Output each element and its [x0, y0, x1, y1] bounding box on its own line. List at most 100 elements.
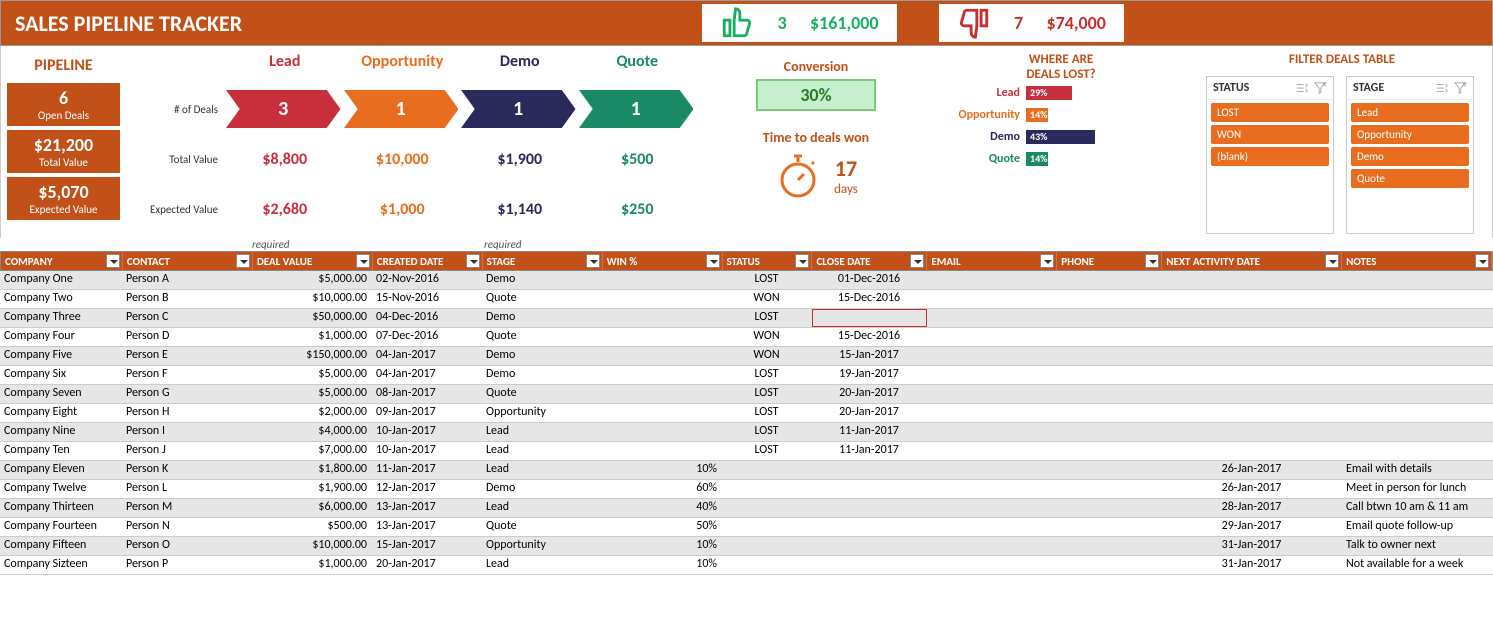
cell-company[interactable]: Company Six — [0, 366, 122, 384]
cell-created-date[interactable]: 02-Nov-2016 — [372, 271, 482, 289]
cell-notes[interactable]: Email with details — [1342, 461, 1492, 479]
cell-close-date[interactable] — [812, 518, 927, 536]
cell-created-date[interactable]: 04-Jan-2017 — [372, 347, 482, 365]
cell-close-date[interactable]: 20-Jan-2017 — [812, 385, 927, 403]
cell-contact[interactable]: Person B — [122, 290, 252, 308]
cell-company[interactable]: Company Three — [0, 309, 122, 327]
cell-win-pct[interactable]: 10% — [602, 461, 722, 479]
cell-close-date[interactable]: 20-Jan-2017 — [812, 404, 927, 422]
cell-status[interactable] — [722, 556, 812, 574]
cell-email[interactable] — [927, 423, 1057, 441]
cell-next-activity[interactable] — [1162, 442, 1342, 460]
cell-stage[interactable]: Opportunity — [482, 537, 602, 555]
cell-phone[interactable] — [1057, 328, 1162, 346]
cell-phone[interactable] — [1057, 499, 1162, 517]
cell-next-activity[interactable]: 26-Jan-2017 — [1162, 480, 1342, 498]
cell-phone[interactable] — [1057, 537, 1162, 555]
cell-stage[interactable]: Demo — [482, 347, 602, 365]
cell-deal-value[interactable]: $1,000.00 — [252, 328, 372, 346]
cell-created-date[interactable]: 09-Jan-2017 — [372, 404, 482, 422]
cell-created-date[interactable]: 20-Jan-2017 — [372, 556, 482, 574]
clear-filter-icon[interactable] — [1453, 81, 1467, 95]
cell-close-date[interactable]: 11-Jan-2017 — [812, 423, 927, 441]
filter-dropdown-icon[interactable] — [1475, 254, 1489, 268]
cell-stage[interactable]: Quote — [482, 518, 602, 536]
cell-deal-value[interactable]: $1,900.00 — [252, 480, 372, 498]
cell-contact[interactable]: Person K — [122, 461, 252, 479]
cell-company[interactable]: Company Seven — [0, 385, 122, 403]
cell-phone[interactable] — [1057, 480, 1162, 498]
cell-win-pct[interactable] — [602, 347, 722, 365]
cell-created-date[interactable]: 08-Jan-2017 — [372, 385, 482, 403]
cell-status[interactable] — [722, 537, 812, 555]
cell-win-pct[interactable] — [602, 309, 722, 327]
cell-phone[interactable] — [1057, 271, 1162, 289]
stage-item-lead[interactable]: Lead — [1351, 103, 1469, 122]
cell-contact[interactable]: Person J — [122, 442, 252, 460]
cell-win-pct[interactable]: 40% — [602, 499, 722, 517]
table-row[interactable]: Company Nine Person I $4,000.00 10-Jan-2… — [0, 423, 1493, 442]
cell-company[interactable]: Company Eight — [0, 404, 122, 422]
cell-deal-value[interactable]: $5,000.00 — [252, 271, 372, 289]
cell-company[interactable]: Company One — [0, 271, 122, 289]
cell-next-activity[interactable]: 26-Jan-2017 — [1162, 461, 1342, 479]
table-row[interactable]: Company Five Person E $150,000.00 04-Jan… — [0, 347, 1493, 366]
cell-win-pct[interactable] — [602, 328, 722, 346]
cell-close-date[interactable] — [812, 537, 927, 555]
cell-email[interactable] — [927, 480, 1057, 498]
cell-email[interactable] — [927, 556, 1057, 574]
cell-contact[interactable]: Person N — [122, 518, 252, 536]
cell-notes[interactable]: Call btwn 10 am & 11 am — [1342, 499, 1492, 517]
stage-slicer[interactable]: STAGE LeadOpportunityDemoQuote — [1346, 76, 1474, 234]
cell-company[interactable]: Company Twelve — [0, 480, 122, 498]
cell-status[interactable]: WON — [722, 290, 812, 308]
cell-contact[interactable]: Person E — [122, 347, 252, 365]
cell-deal-value[interactable]: $500.00 — [252, 518, 372, 536]
cell-created-date[interactable]: 13-Jan-2017 — [372, 499, 482, 517]
cell-company[interactable]: Company Nine — [0, 423, 122, 441]
cell-company[interactable]: Company Ten — [0, 442, 122, 460]
cell-contact[interactable]: Person A — [122, 271, 252, 289]
cell-stage[interactable]: Demo — [482, 271, 602, 289]
cell-notes[interactable] — [1342, 404, 1492, 422]
filter-dropdown-icon[interactable] — [795, 254, 809, 268]
cell-stage[interactable]: Quote — [482, 290, 602, 308]
table-row[interactable]: Company Seven Person G $5,000.00 08-Jan-… — [0, 385, 1493, 404]
cell-email[interactable] — [927, 290, 1057, 308]
cell-contact[interactable]: Person H — [122, 404, 252, 422]
cell-created-date[interactable]: 07-Dec-2016 — [372, 328, 482, 346]
cell-notes[interactable] — [1342, 366, 1492, 384]
cell-deal-value[interactable]: $1,800.00 — [252, 461, 372, 479]
filter-dropdown-icon[interactable] — [356, 254, 370, 268]
cell-company[interactable]: Company Fourteen — [0, 518, 122, 536]
cell-close-date[interactable] — [812, 556, 927, 574]
cell-contact[interactable]: Person G — [122, 385, 252, 403]
cell-status[interactable]: LOST — [722, 423, 812, 441]
cell-phone[interactable] — [1057, 556, 1162, 574]
cell-notes[interactable] — [1342, 385, 1492, 403]
cell-contact[interactable]: Person F — [122, 366, 252, 384]
cell-company[interactable]: Company Four — [0, 328, 122, 346]
cell-status[interactable]: LOST — [722, 442, 812, 460]
status-item-blank[interactable]: (blank) — [1211, 147, 1329, 166]
cell-notes[interactable]: Email quote follow-up — [1342, 518, 1492, 536]
cell-created-date[interactable]: 13-Jan-2017 — [372, 518, 482, 536]
cell-created-date[interactable]: 04-Jan-2017 — [372, 366, 482, 384]
cell-next-activity[interactable]: 28-Jan-2017 — [1162, 499, 1342, 517]
cell-company[interactable]: Company Fifteen — [0, 537, 122, 555]
col-header-status[interactable]: STATUS — [723, 252, 813, 270]
cell-contact[interactable]: Person L — [122, 480, 252, 498]
cell-created-date[interactable]: 10-Jan-2017 — [372, 423, 482, 441]
col-header-created-date[interactable]: CREATED DATE — [373, 252, 483, 270]
cell-email[interactable] — [927, 499, 1057, 517]
cell-created-date[interactable]: 15-Jan-2017 — [372, 537, 482, 555]
cell-created-date[interactable]: 15-Nov-2016 — [372, 290, 482, 308]
table-row[interactable]: Company Eleven Person K $1,800.00 11-Jan… — [0, 461, 1493, 480]
col-header-win-%[interactable]: WIN % — [603, 252, 723, 270]
status-item-lost[interactable]: LOST — [1211, 103, 1329, 122]
filter-dropdown-icon[interactable] — [466, 254, 480, 268]
multiselect-icon[interactable] — [1435, 81, 1449, 95]
cell-next-activity[interactable]: 29-Jan-2017 — [1162, 518, 1342, 536]
cell-notes[interactable]: Not available for a week — [1342, 556, 1492, 574]
cell-created-date[interactable]: 11-Jan-2017 — [372, 461, 482, 479]
